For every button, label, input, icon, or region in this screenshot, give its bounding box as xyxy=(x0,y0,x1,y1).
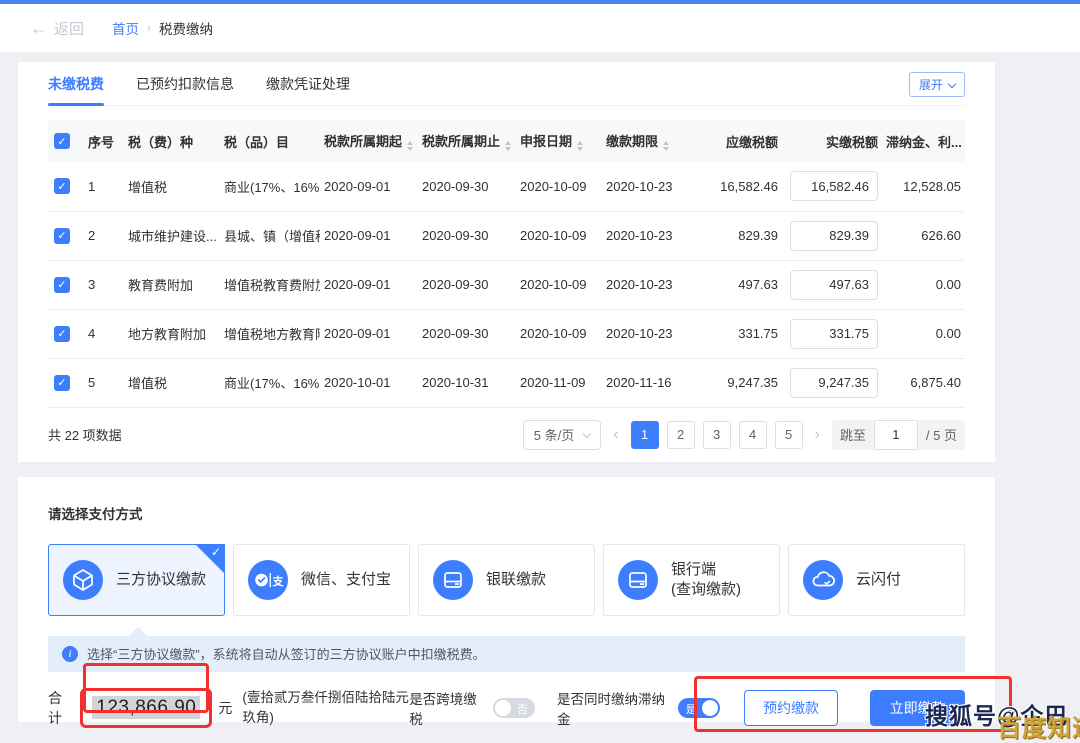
tab-bar: 未缴税费 已预约扣款信息 缴款凭证处理 展开 xyxy=(48,62,965,106)
paid-amount-input[interactable] xyxy=(790,171,878,201)
table-row: ✓ 4 地方教育附加 增值税地方教育附 2020-09-01 2020-09-3… xyxy=(48,309,965,358)
tax-table-card: 未缴税费 已预约扣款信息 缴款凭证处理 展开 ✓ 序号 税（费）种 税（品）目 … xyxy=(18,62,995,462)
row-checkbox[interactable]: ✓ xyxy=(54,375,70,391)
late-fee-toggle[interactable]: 是 xyxy=(678,698,720,718)
tab-reserved-deduction-info[interactable]: 已预约扣款信息 xyxy=(136,62,234,106)
prev-page-button[interactable]: ‹ xyxy=(609,426,622,444)
table-row: ✓ 2 城市维护建设... 县城、镇（增值税 2020-09-01 2020-0… xyxy=(48,211,965,260)
cloud-icon xyxy=(803,560,843,600)
late-fee-toggle-label: 是否同时缴纳滞纳金 xyxy=(557,688,668,728)
breadcrumb-separator-icon: › xyxy=(147,21,151,35)
col-tax-type: 税（费）种 xyxy=(124,120,220,162)
paid-amount-input[interactable] xyxy=(790,319,878,349)
back-arrow-icon: ← xyxy=(30,18,48,39)
method-unionpay[interactable]: 银联缴款 xyxy=(418,544,595,616)
sort-icon[interactable] xyxy=(577,141,583,151)
payment-footer: 合计 123,866.90 元 (壹拾贰万叁仟捌佰陆拾陆元玖角) 是否跨境缴税 … xyxy=(48,688,965,729)
col-payable: 应缴税额 xyxy=(694,120,782,162)
page-button-3[interactable]: 3 xyxy=(703,421,731,449)
page-button-2[interactable]: 2 xyxy=(667,421,695,449)
jump-label: 跳至 xyxy=(840,425,866,444)
col-late-fee: 滞纳金、利... xyxy=(882,120,965,162)
next-page-button[interactable]: › xyxy=(811,426,824,444)
row-checkbox[interactable]: ✓ xyxy=(54,277,70,293)
reserve-payment-button[interactable]: 预约缴款 xyxy=(744,690,839,726)
breadcrumb-current: 税费缴纳 xyxy=(159,18,213,38)
notice-text: 选择“三方协议缴款”，系统将自动从签订的三方协议账户中扣缴税费。 xyxy=(87,644,486,663)
chevron-down-icon xyxy=(583,429,591,437)
breadcrumb: 首页 › 税费缴纳 xyxy=(112,18,213,38)
table-row: ✓ 5 增值税 商业(17%、16%、 2020-10-01 2020-10-3… xyxy=(48,358,965,407)
sort-icon[interactable] xyxy=(407,141,413,151)
tripartite-cube-icon xyxy=(63,560,103,600)
chevron-down-icon xyxy=(948,79,956,87)
cross-border-label: 是否跨境缴税 xyxy=(409,688,483,728)
payment-methods: 三方协议缴款 ✓ 支 微信、支付宝 银联缴款 xyxy=(48,544,965,616)
total-count-text: 共 22 项数据 xyxy=(48,425,122,444)
table-row: ✓ 1 增值税 商业(17%、16%、 2020-09-01 2020-09-3… xyxy=(48,162,965,211)
total-amount-box: 123,866.90 xyxy=(80,688,212,728)
unpaid-tax-table: ✓ 序号 税（费）种 税（品）目 税款所属期起 税款所属期止 申报日期 缴款期限… xyxy=(48,120,965,408)
method-wechat-alipay[interactable]: 支 微信、支付宝 xyxy=(233,544,410,616)
pagination-bar: 共 22 项数据 5 条/页 ‹ 1 2 3 4 5 › 跳至 / 5 页 xyxy=(48,408,965,462)
back-button[interactable]: ← 返回 xyxy=(30,18,84,39)
back-label: 返回 xyxy=(54,18,84,39)
col-period-end[interactable]: 税款所属期止 xyxy=(418,120,516,162)
page-button-4[interactable]: 4 xyxy=(739,421,767,449)
col-tax-item: 税（品）目 xyxy=(220,120,320,162)
total-label: 合计 xyxy=(48,688,74,728)
watermark-baidu: 百度知道 xyxy=(997,708,1080,743)
total-amount: 123,866.90 xyxy=(92,696,200,719)
method-bank-terminal[interactable]: 银行端 (查询缴款) xyxy=(603,544,780,616)
col-paid: 实缴税额 xyxy=(782,120,882,162)
selected-check-icon: ✓ xyxy=(211,545,221,559)
paid-amount-input[interactable] xyxy=(790,221,878,251)
cross-border-toggle[interactable]: 否 xyxy=(493,698,535,718)
row-checkbox[interactable]: ✓ xyxy=(54,178,70,194)
notice-pointer xyxy=(128,627,148,637)
col-pay-deadline[interactable]: 缴款期限 xyxy=(602,120,694,162)
paid-amount-input[interactable] xyxy=(790,270,878,300)
payment-section-title: 请选择支付方式 xyxy=(48,503,965,523)
breadcrumb-home-link[interactable]: 首页 xyxy=(112,18,139,38)
toggle-knob xyxy=(702,700,718,716)
payment-card: 请选择支付方式 三方协议缴款 ✓ 支 xyxy=(18,477,995,722)
page-size-select[interactable]: 5 条/页 xyxy=(523,420,601,450)
row-checkbox[interactable]: ✓ xyxy=(54,228,70,244)
currency-label: 元 xyxy=(218,698,232,718)
total-pages-text: / 5 页 xyxy=(918,425,965,444)
tab-unpaid-taxes[interactable]: 未缴税费 xyxy=(48,62,104,106)
method-tripartite-agreement[interactable]: 三方协议缴款 ✓ xyxy=(48,544,225,616)
col-declare-date[interactable]: 申报日期 xyxy=(516,120,602,162)
payment-notice-banner: i 选择“三方协议缴款”，系统将自动从签订的三方协议账户中扣缴税费。 xyxy=(48,636,965,672)
expand-button[interactable]: 展开 xyxy=(909,72,965,97)
col-period-start[interactable]: 税款所属期起 xyxy=(320,120,418,162)
select-all-checkbox[interactable]: ✓ xyxy=(54,133,70,149)
amount-in-words: (壹拾贰万叁仟捌佰陆拾陆元玖角) xyxy=(242,688,409,729)
bank-terminal-icon xyxy=(618,560,658,600)
table-row: ✓ 3 教育费附加 增值税教育费附加 2020-09-01 2020-09-30… xyxy=(48,260,965,309)
page-button-1[interactable]: 1 xyxy=(631,421,659,449)
row-checkbox[interactable]: ✓ xyxy=(54,326,70,342)
col-seq: 序号 xyxy=(84,120,124,162)
tab-payment-voucher[interactable]: 缴款凭证处理 xyxy=(266,62,350,106)
wechat-alipay-icon: 支 xyxy=(248,560,288,600)
bank-card-icon xyxy=(433,560,473,600)
paid-amount-input[interactable] xyxy=(790,368,878,398)
page-jump-group: 跳至 / 5 页 xyxy=(832,420,965,450)
sort-icon[interactable] xyxy=(663,141,669,151)
method-quickpass[interactable]: 云闪付 xyxy=(788,544,965,616)
jump-page-input[interactable] xyxy=(874,420,918,450)
toggle-knob xyxy=(495,700,511,716)
sort-icon[interactable] xyxy=(505,141,511,151)
pay-now-button[interactable]: 立即缴款 xyxy=(870,690,965,726)
top-navigation-bar: ← 返回 首页 › 税费缴纳 xyxy=(0,4,1080,52)
info-icon: i xyxy=(62,646,78,662)
svg-text:支: 支 xyxy=(272,573,285,587)
page-button-5[interactable]: 5 xyxy=(775,421,803,449)
table-header-row: ✓ 序号 税（费）种 税（品）目 税款所属期起 税款所属期止 申报日期 缴款期限… xyxy=(48,120,965,162)
